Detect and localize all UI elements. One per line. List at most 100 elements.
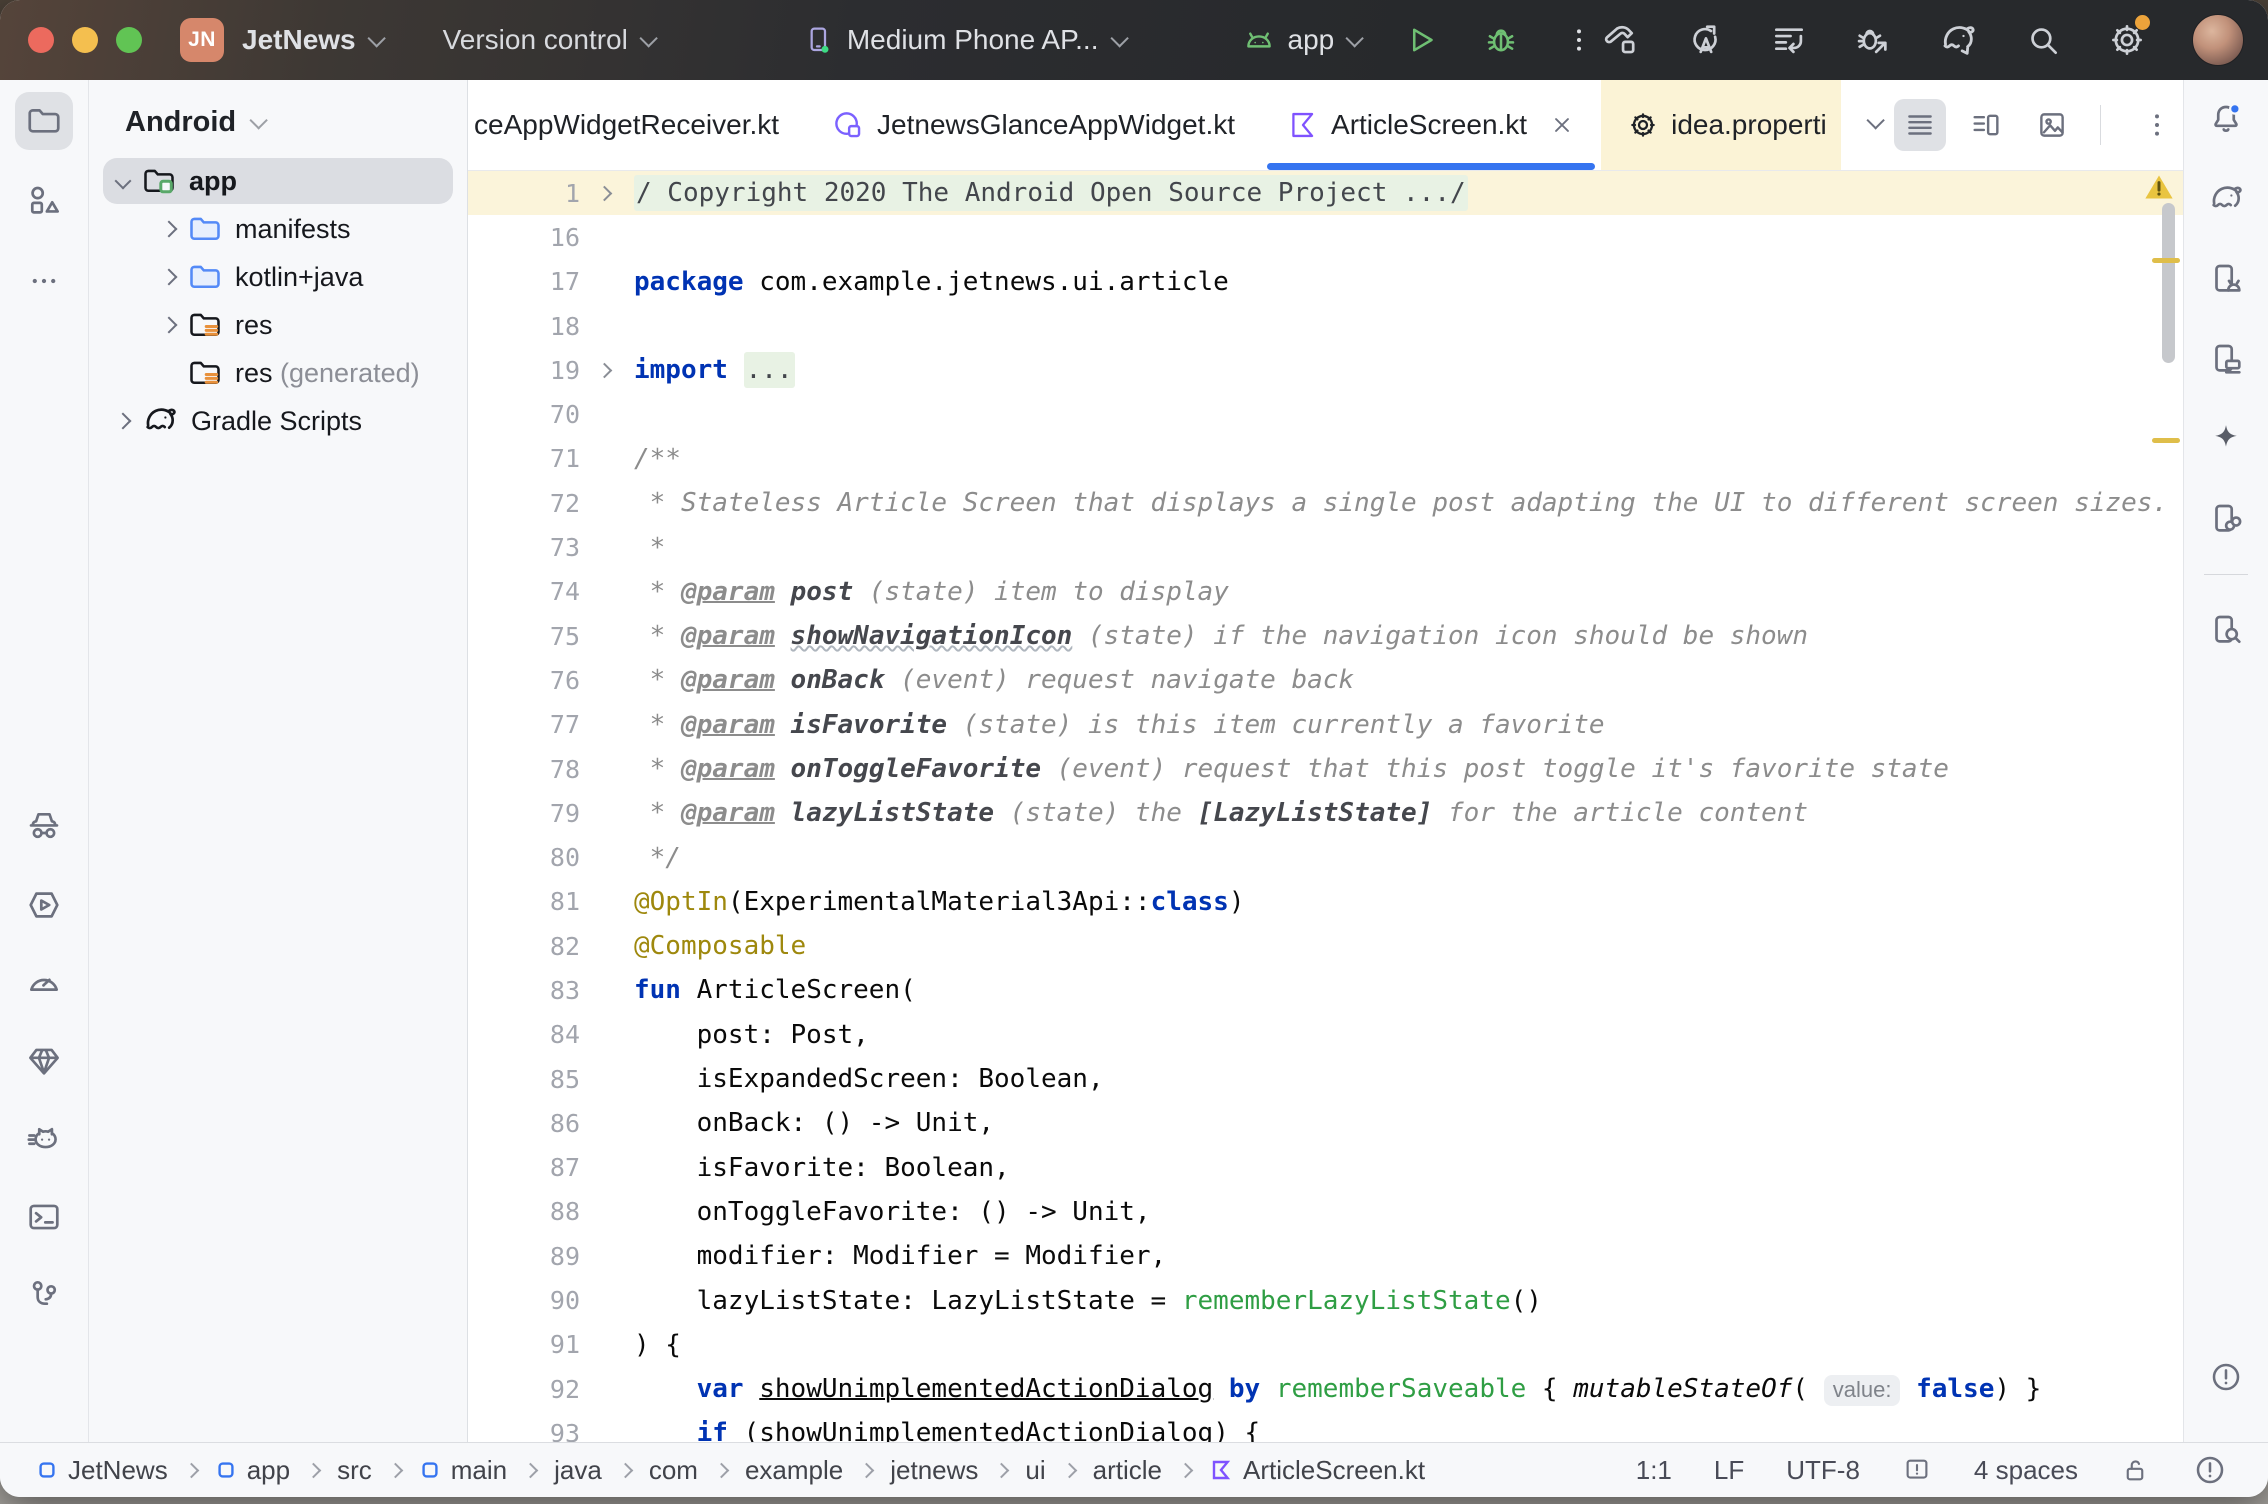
phone-window-icon[interactable] bbox=[2197, 330, 2255, 388]
device-selector[interactable]: Medium Phone AP... bbox=[803, 24, 1124, 56]
code-line-17[interactable]: 17package com.example.jetnews.ui.article bbox=[468, 260, 2183, 304]
indent-setting[interactable]: 4 spaces bbox=[1974, 1455, 2078, 1486]
code-line-91[interactable]: 91) { bbox=[468, 1323, 2183, 1367]
breadcrumb-jetnews[interactable]: JetNews bbox=[36, 1455, 168, 1486]
breadcrumb-ui[interactable]: ui bbox=[1025, 1455, 1045, 1486]
user-avatar[interactable] bbox=[2192, 14, 2244, 66]
run-button[interactable] bbox=[1403, 22, 1439, 58]
debug-button[interactable] bbox=[1483, 22, 1519, 58]
code-line-80[interactable]: 80 */ bbox=[468, 835, 2183, 879]
run-configuration-selector[interactable]: app bbox=[1242, 23, 1360, 57]
apply-restart-icon[interactable] bbox=[1686, 21, 1724, 59]
tree-item-res[interactable]: res bbox=[89, 301, 467, 349]
breadcrumb-app[interactable]: app bbox=[215, 1455, 290, 1486]
breadcrumb-jetnews[interactable]: jetnews bbox=[890, 1455, 978, 1486]
chevron-right-icon[interactable] bbox=[161, 221, 178, 238]
terminal-icon[interactable] bbox=[15, 1188, 73, 1246]
chevron-down-icon[interactable] bbox=[115, 173, 132, 190]
image-view-button[interactable] bbox=[2026, 99, 2078, 151]
code-line-88[interactable]: 88 onToggleFavorite: () -> Unit, bbox=[468, 1190, 2183, 1234]
code-line-84[interactable]: 84 post: Post, bbox=[468, 1013, 2183, 1057]
code-line-79[interactable]: 79 * @param lazyListState (state) the [L… bbox=[468, 791, 2183, 835]
project-menu[interactable]: JetNews bbox=[242, 24, 381, 56]
code-line-73[interactable]: 73 * bbox=[468, 525, 2183, 569]
editor-scrollbar[interactable] bbox=[2162, 203, 2175, 363]
breadcrumb-example[interactable]: example bbox=[745, 1455, 843, 1486]
code-line-78[interactable]: 78 * @param onToggleFavorite (event) req… bbox=[468, 747, 2183, 791]
code-line-71[interactable]: 71/** bbox=[468, 437, 2183, 481]
tab-idea-properti[interactable]: idea.properti bbox=[1601, 80, 1841, 170]
code-line-93[interactable]: 93 if (showUnimplementedActionDialog) { bbox=[468, 1411, 2183, 1442]
gem-icon[interactable] bbox=[15, 1032, 73, 1090]
close-tab-icon[interactable] bbox=[1549, 112, 1575, 138]
code-line-1[interactable]: 1/ Copyright 2020 The Android Open Sourc… bbox=[468, 171, 2183, 215]
project-view-selector[interactable]: Android bbox=[89, 80, 467, 157]
phone-android-icon[interactable] bbox=[2197, 250, 2255, 308]
list-lines-view-button[interactable] bbox=[1894, 99, 1946, 151]
breadcrumb-main[interactable]: main bbox=[419, 1455, 507, 1486]
gauge-icon[interactable] bbox=[15, 954, 73, 1012]
search-icon[interactable] bbox=[2024, 21, 2062, 59]
phone-link-icon[interactable] bbox=[2197, 490, 2255, 548]
unlocked-padlock-icon[interactable] bbox=[2120, 1455, 2150, 1485]
editor-options-button[interactable] bbox=[2131, 99, 2183, 151]
more-h-icon[interactable] bbox=[15, 252, 73, 310]
attach-debugger-icon[interactable] bbox=[1854, 21, 1892, 59]
inspection-warning-icon[interactable] bbox=[2144, 174, 2174, 200]
code-line-81[interactable]: 81@OptIn(ExperimentalMaterial3Api::class… bbox=[468, 880, 2183, 924]
tree-item-gradle-scripts[interactable]: Gradle Scripts bbox=[89, 397, 467, 445]
code-line-92[interactable]: 92 var showUnimplementedActionDialog by … bbox=[468, 1367, 2183, 1411]
gradle-sync-icon[interactable] bbox=[1938, 20, 1978, 60]
code-line-90[interactable]: 90 lazyListState: LazyListState = rememb… bbox=[468, 1278, 2183, 1322]
code-line-19[interactable]: 19import ... bbox=[468, 348, 2183, 392]
tree-item-manifests[interactable]: manifests bbox=[89, 205, 467, 253]
tree-item-res[interactable]: res (generated) bbox=[89, 349, 467, 397]
structure-split-view-button[interactable] bbox=[1960, 99, 2012, 151]
file-encoding[interactable]: UTF-8 bbox=[1786, 1455, 1860, 1486]
line-ending[interactable]: LF bbox=[1714, 1455, 1744, 1486]
breadcrumb-article[interactable]: article bbox=[1093, 1455, 1162, 1486]
close-window-button[interactable] bbox=[28, 27, 54, 53]
hexagon-play-icon[interactable] bbox=[15, 876, 73, 934]
minimize-window-button[interactable] bbox=[72, 27, 98, 53]
bell-icon[interactable] bbox=[2197, 90, 2255, 148]
zoom-window-button[interactable] bbox=[116, 27, 142, 53]
code-line-18[interactable]: 18 bbox=[468, 304, 2183, 348]
breadcrumb-java[interactable]: java bbox=[554, 1455, 602, 1486]
code-line-77[interactable]: 77 * @param isFavorite (state) is this i… bbox=[468, 703, 2183, 747]
code-line-86[interactable]: 86 onBack: () -> Unit, bbox=[468, 1101, 2183, 1145]
warning-stripe-mark[interactable] bbox=[2152, 258, 2180, 263]
tree-item-kotlin-java[interactable]: kotlin+java bbox=[89, 253, 467, 301]
build-hammer-icon[interactable] bbox=[1602, 21, 1640, 59]
cat-icon[interactable] bbox=[15, 1110, 73, 1168]
resource-manager-icon[interactable] bbox=[15, 172, 73, 230]
chevron-right-icon[interactable] bbox=[161, 317, 178, 334]
code-line-72[interactable]: 72 * Stateless Article Screen that displ… bbox=[468, 481, 2183, 525]
code-line-76[interactable]: 76 * @param onBack (event) request navig… bbox=[468, 658, 2183, 702]
code-line-75[interactable]: 75 * @param showNavigationIcon (state) i… bbox=[468, 614, 2183, 658]
folder-icon[interactable] bbox=[15, 92, 73, 150]
sparkle-icon[interactable] bbox=[2197, 410, 2255, 468]
tab-articlescreen-kt[interactable]: ArticleScreen.kt bbox=[1261, 80, 1601, 170]
code-line-82[interactable]: 82@Composable bbox=[468, 924, 2183, 968]
breadcrumb-com[interactable]: com bbox=[649, 1455, 698, 1486]
chevron-right-icon[interactable] bbox=[161, 269, 178, 286]
breadcrumb-articlescreen-kt[interactable]: ArticleScreen.kt bbox=[1209, 1455, 1425, 1486]
code-line-83[interactable]: 83fun ArticleScreen( bbox=[468, 968, 2183, 1012]
chevron-right-icon[interactable] bbox=[115, 413, 132, 430]
code-line-70[interactable]: 70 bbox=[468, 392, 2183, 436]
code-line-87[interactable]: 87 isFavorite: Boolean, bbox=[468, 1146, 2183, 1190]
fold-arrow-icon[interactable] bbox=[590, 365, 618, 376]
gradle-elephant-icon[interactable] bbox=[2197, 170, 2255, 228]
phone-search-icon[interactable] bbox=[2197, 601, 2255, 659]
warning-stripe-mark[interactable] bbox=[2152, 438, 2180, 443]
vcs-menu[interactable]: Version control bbox=[443, 24, 653, 56]
tab-jetnewsglanceappwidget-kt[interactable]: JetnewsGlanceAppWidget.kt bbox=[805, 80, 1261, 170]
more-actions-button[interactable] bbox=[1563, 24, 1595, 56]
code-line-16[interactable]: 16 bbox=[468, 215, 2183, 259]
code-editor[interactable]: 1/ Copyright 2020 The Android Open Sourc… bbox=[468, 171, 2183, 1442]
tree-item-app[interactable]: app bbox=[89, 157, 467, 205]
breadcrumb-src[interactable]: src bbox=[337, 1455, 372, 1486]
alert-circle-icon[interactable] bbox=[2197, 1348, 2255, 1406]
incognito-icon[interactable] bbox=[15, 798, 73, 856]
